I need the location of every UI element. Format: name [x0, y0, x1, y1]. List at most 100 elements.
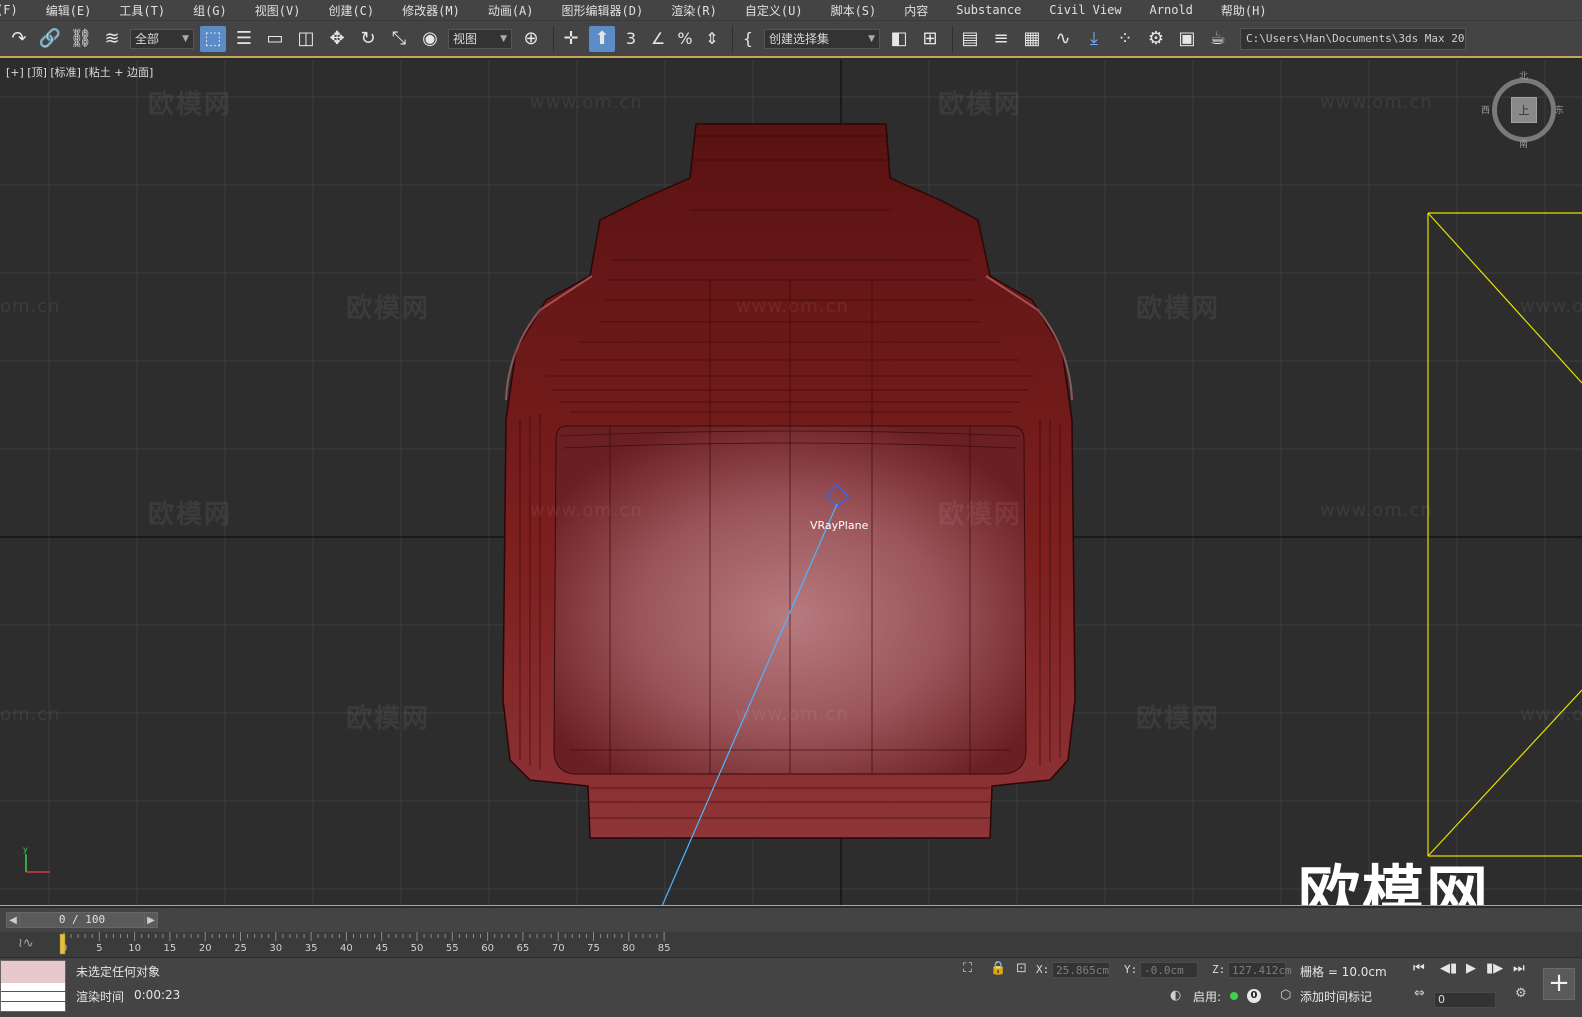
- select-manipulate-icon[interactable]: ✛: [558, 26, 584, 52]
- scale-icon[interactable]: ⤡: [386, 26, 412, 52]
- current-frame-marker: [59, 933, 66, 955]
- next-frame-icon[interactable]: ▮▶: [1486, 961, 1503, 976]
- track-bar-tick-label: 60: [481, 943, 494, 954]
- spinner-snap-icon[interactable]: ⇕: [701, 26, 723, 52]
- menu-item[interactable]: (F): [0, 3, 18, 17]
- maxscript-mini-listener[interactable]: [0, 960, 66, 1012]
- top-viewport[interactable]: y [+] [顶] [标准] [粘土 + 边面] 欧模网 www.om.cn 欧模网…: [0, 60, 1582, 906]
- chevron-down-icon: ▼: [182, 33, 189, 44]
- reference-coordinate-dropdown[interactable]: 视图 ▼: [448, 28, 512, 49]
- x-coord-field[interactable]: 25.865cm: [1052, 962, 1110, 978]
- render-setup-icon[interactable]: ⚙: [1143, 26, 1169, 52]
- time-slider-prev-arrow[interactable]: ◀: [6, 912, 20, 928]
- time-slider-frame[interactable]: 0 / 100: [20, 912, 144, 928]
- chevron-down-icon: ▼: [868, 33, 875, 44]
- percent-snap-icon[interactable]: %: [674, 26, 696, 52]
- menu-bar: (F) 编辑(E) 工具(T) 组(G) 视图(V) 创建(C) 修改器(M) 动画(A) 图形…: [0, 0, 1582, 20]
- viewcube-north[interactable]: 北: [1519, 69, 1528, 82]
- render-production-icon[interactable]: ☕: [1205, 26, 1231, 52]
- time-slider[interactable]: ◀ 0 / 100 ▶: [0, 908, 1582, 932]
- watermark: 欧模网: [1136, 294, 1221, 324]
- watermark: 欧模网: [346, 294, 431, 324]
- track-bar-tick-label: 10: [128, 943, 141, 954]
- menu-item[interactable]: Substance: [956, 3, 1021, 17]
- add-key-button[interactable]: +: [1543, 968, 1575, 1000]
- menu-item[interactable]: 自定义(U): [745, 2, 803, 19]
- keyboard-shortcut-override-icon[interactable]: ⬆: [589, 25, 615, 52]
- viewcube-top-face[interactable]: 上: [1511, 97, 1537, 123]
- material-editor-icon[interactable]: ⁘: [1112, 26, 1138, 52]
- toolbar-separator: [732, 25, 733, 52]
- menu-item[interactable]: 图形编辑器(D): [562, 2, 644, 19]
- curve-editor-icon[interactable]: ∿: [1050, 26, 1076, 52]
- pivot-center-icon[interactable]: ⊕: [518, 26, 544, 52]
- menu-item[interactable]: 帮助(H): [1221, 2, 1267, 19]
- watermark: om.cn: [0, 296, 61, 317]
- play-icon[interactable]: ▶: [1466, 961, 1476, 976]
- project-path-field[interactable]: C:\Users\Han\Documents\3ds Max 2022▼: [1240, 27, 1466, 50]
- menu-item[interactable]: 内容: [904, 2, 928, 19]
- selection-filter-dropdown[interactable]: 全部 ▼: [130, 28, 194, 49]
- align-icon[interactable]: ⊞: [917, 26, 943, 52]
- menu-item[interactable]: 编辑(E): [46, 2, 92, 19]
- schematic-view-icon[interactable]: ⤓: [1081, 26, 1107, 52]
- rectangular-selection-icon[interactable]: ▭: [262, 26, 288, 52]
- viewcube-south[interactable]: 南: [1519, 137, 1528, 150]
- menu-item[interactable]: Arnold: [1150, 3, 1193, 17]
- placement-icon[interactable]: ◉: [417, 26, 443, 52]
- select-object-icon[interactable]: ⬚: [200, 25, 226, 52]
- viewcube-east[interactable]: 东: [1555, 103, 1564, 116]
- track-bar[interactable]: ≀∿ 0510152025303540455055606570758085: [0, 932, 1582, 958]
- menu-item[interactable]: 组(G): [193, 2, 227, 19]
- layer-explorer-icon[interactable]: ≡: [988, 26, 1014, 52]
- rendered-frame-window-icon[interactable]: ▣: [1174, 26, 1200, 52]
- mirror-icon[interactable]: ◧: [886, 26, 912, 52]
- link-icon[interactable]: 🔗: [37, 26, 63, 52]
- move-icon[interactable]: ✥: [324, 26, 350, 52]
- redo-icon[interactable]: ↷: [6, 26, 32, 52]
- ribbon-toggle-icon[interactable]: ▦: [1019, 26, 1045, 52]
- menu-item[interactable]: 创建(C): [328, 2, 374, 19]
- snaps-toggle-icon[interactable]: 3: [620, 26, 642, 52]
- edit-named-selection-icon[interactable]: {: [737, 26, 759, 52]
- chair-model[interactable]: [502, 123, 1076, 839]
- unlink-icon[interactable]: ⛓: [68, 26, 94, 52]
- time-tag-icon[interactable]: ⬡: [1280, 988, 1291, 1003]
- menu-item[interactable]: 视图(V): [255, 2, 301, 19]
- go-to-end-icon[interactable]: ⏭: [1513, 961, 1525, 976]
- bind-space-warp-icon[interactable]: ≋: [99, 26, 125, 52]
- menu-item[interactable]: Civil View: [1049, 3, 1121, 17]
- menu-item[interactable]: 动画(A): [488, 2, 534, 19]
- menu-item[interactable]: 渲染(R): [671, 2, 717, 19]
- time-config-arrows-icon[interactable]: ⇔: [1414, 986, 1425, 1001]
- select-by-name-icon[interactable]: ☰: [231, 26, 257, 52]
- menu-item[interactable]: 修改器(M): [402, 2, 460, 19]
- main-toolbar: ↷ 🔗 ⛓ ≋ 全部 ▼ ⬚ ☰ ▭ ◫ ✥ ↻ ⤡ ◉ 视图 ▼ ⊕ ✛ ⬆ 3 …: [0, 20, 1582, 58]
- scene-explorer-icon[interactable]: ▤: [957, 26, 983, 52]
- time-slider-next-arrow[interactable]: ▶: [144, 912, 158, 928]
- transform-mode-icon[interactable]: ⊡: [1016, 961, 1027, 976]
- menu-item[interactable]: 工具(T): [119, 2, 165, 19]
- isolate-selection-icon[interactable]: ⛶: [963, 961, 972, 976]
- window-crossing-icon[interactable]: ◫: [293, 26, 319, 52]
- add-time-tag-button[interactable]: 添加时间标记: [1300, 988, 1372, 1005]
- x-coord-label: X:: [1036, 963, 1050, 976]
- selection-lock-icon[interactable]: 🔒: [990, 961, 1006, 976]
- viewcube[interactable]: 上 北 南 西 东: [1481, 72, 1564, 150]
- track-bar-tick-label: 65: [517, 943, 530, 954]
- viewcube-west[interactable]: 西: [1481, 103, 1490, 116]
- watermark: 欧模网: [346, 704, 431, 734]
- time-configuration-icon[interactable]: ⚙: [1515, 986, 1527, 1001]
- menu-item[interactable]: 脚本(S): [831, 2, 877, 19]
- viewport-label-menu[interactable]: [+] [顶] [标准] [粘土 + 边面]: [6, 64, 153, 80]
- previous-frame-icon[interactable]: ◀▮: [1440, 961, 1457, 976]
- adaptive-degradation-icon[interactable]: ◐: [1170, 988, 1181, 1003]
- rotate-icon[interactable]: ↻: [355, 26, 381, 52]
- current-frame-field[interactable]: 0: [1434, 992, 1496, 1008]
- watermark: www.om.cn: [736, 296, 849, 317]
- z-coord-field[interactable]: 127.412cm: [1228, 962, 1292, 978]
- go-to-start-icon[interactable]: ⏮: [1413, 961, 1425, 976]
- angle-snap-icon[interactable]: ∠: [647, 26, 669, 52]
- y-coord-field[interactable]: -0.0cm: [1140, 962, 1198, 978]
- named-selection-sets-dropdown[interactable]: 创建选择集 ▼: [764, 28, 880, 49]
